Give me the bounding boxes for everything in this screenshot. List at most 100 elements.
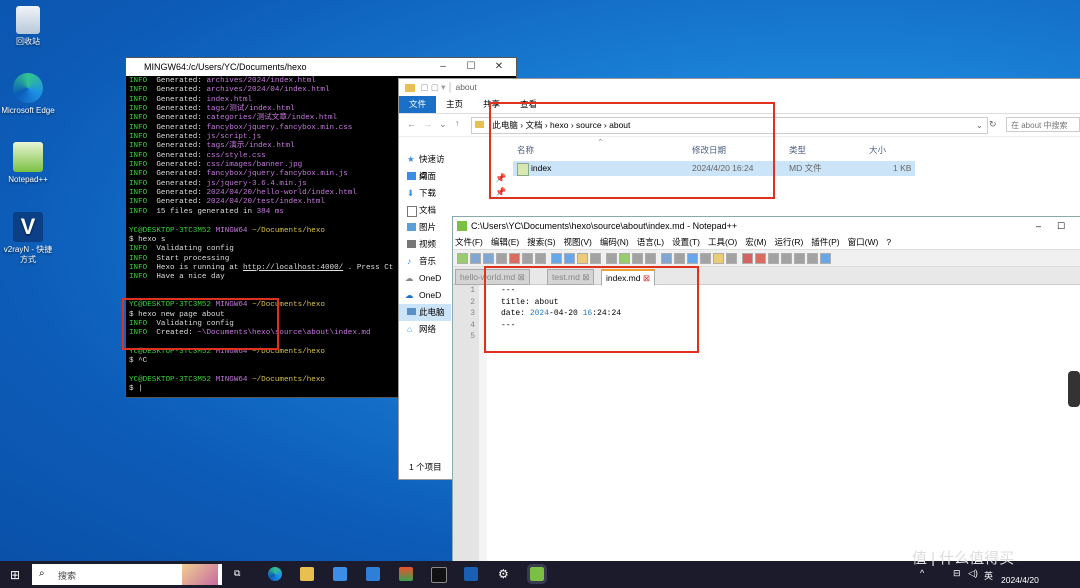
toolbar-button-icon[interactable] [755, 253, 766, 264]
start-button[interactable]: ⊞ [10, 568, 20, 582]
mail-taskbar-icon[interactable] [366, 567, 380, 581]
git-taskbar-icon[interactable] [399, 567, 413, 581]
menu-item[interactable]: 插件(P) [811, 237, 839, 247]
terminal-taskbar-icon[interactable] [431, 567, 447, 583]
recent-dropdown-icon[interactable]: ⌄ [439, 119, 447, 130]
desktop-icon-edge[interactable]: Microsoft Edge [0, 73, 56, 116]
toolbar-button-icon[interactable] [457, 253, 468, 264]
tray-chevron-icon[interactable]: ^ [920, 568, 924, 578]
log-text: Generated: [147, 86, 207, 95]
toolbar-button-icon[interactable] [726, 253, 737, 264]
store-taskbar-icon[interactable] [333, 567, 347, 581]
toolbar-button-icon[interactable] [632, 253, 643, 264]
forward-icon[interactable]: → [423, 119, 432, 129]
menu-item[interactable]: 搜索(S) [527, 237, 555, 247]
close-button[interactable]: ✕ [486, 58, 512, 76]
nav-downloads[interactable]: ⬇ 下载 [399, 185, 451, 202]
toolbar-button-icon[interactable] [496, 253, 507, 264]
address-dropdown-icon[interactable]: ⌄ [976, 118, 983, 133]
menu-item[interactable]: 编码(N) [600, 237, 629, 247]
menu-item[interactable]: 运行(R) [774, 237, 803, 247]
toolbar-button-icon[interactable] [564, 253, 575, 264]
menu-item[interactable]: 宏(M) [745, 237, 766, 247]
toolbar-button-icon[interactable] [606, 253, 617, 264]
toolbar-button-icon[interactable] [713, 253, 724, 264]
v2rayn-taskbar-icon[interactable] [464, 567, 478, 581]
toolbar-button-icon[interactable] [522, 253, 533, 264]
nav-videos[interactable]: 视频 [399, 236, 451, 253]
toolbar-button-icon[interactable] [535, 253, 546, 264]
notepadpp-titlebar[interactable]: C:\Users\YC\Documents\hexo\source\about\… [453, 217, 1080, 235]
menu-item[interactable]: 编辑(E) [491, 237, 519, 247]
maximize-button[interactable]: ☐ [458, 58, 484, 76]
menu-item[interactable]: 语言(L) [637, 237, 664, 247]
nav-network[interactable]: ⌂ 网络 [399, 321, 451, 338]
toolbar-button-icon[interactable] [820, 253, 831, 264]
ribbon-tab-file[interactable]: 文件 [399, 96, 437, 113]
column-size[interactable]: 大小 [869, 144, 886, 156]
clock-date[interactable]: 2024/4/20 [1001, 575, 1039, 585]
menu-item[interactable]: 视图(V) [564, 237, 592, 247]
notepadpp-taskbar-icon[interactable] [527, 564, 547, 584]
nav-onedrive-2[interactable]: ☁ OneD [399, 287, 451, 304]
toolbar-button-icon[interactable] [577, 253, 588, 264]
taskbar-search-box[interactable]: ⌕ 搜索 [32, 564, 222, 585]
menu-item[interactable]: 文件(F) [455, 237, 483, 247]
up-icon[interactable]: ↑ [455, 118, 460, 128]
toolbar-button-icon[interactable] [700, 253, 711, 264]
toolbar-button-icon[interactable] [509, 253, 520, 264]
desktop-icon-v2rayn[interactable]: V v2rayN - 快捷方式 [0, 212, 56, 265]
refresh-icon[interactable]: ↻ [989, 119, 997, 130]
ime-indicator[interactable]: 英 [984, 569, 993, 582]
menu-item[interactable]: 工具(O) [708, 237, 737, 247]
toolbar-button-icon[interactable] [742, 253, 753, 264]
highlight-box-explorer [489, 102, 775, 199]
ribbon-tab-home[interactable]: 主页 [436, 96, 473, 113]
toolbar-button-icon[interactable] [619, 253, 630, 264]
nav-quick-access[interactable]: ★ 快速访问 [399, 151, 451, 181]
log-text: Validating config [147, 245, 234, 254]
desktop-icon-recycle-bin[interactable]: 回收站 [0, 6, 56, 47]
volume-tray-icon[interactable]: ◁) [968, 568, 978, 579]
toolbar-button-icon[interactable] [645, 253, 656, 264]
computer-icon [407, 308, 416, 315]
menu-item[interactable]: ? [886, 237, 891, 247]
quick-access-toolbar[interactable]: ▢ ▢ ▾ │ [420, 82, 455, 92]
nav-documents[interactable]: 文档 [399, 202, 451, 219]
settings-taskbar-icon[interactable]: ⚙ [498, 567, 509, 581]
file-type: MD 文件 [789, 163, 822, 173]
toolbar-button-icon[interactable] [551, 253, 562, 264]
nav-desktop[interactable]: 桌面 [399, 168, 451, 185]
toolbar-button-icon[interactable] [590, 253, 601, 264]
network-tray-icon[interactable]: ⊟ [953, 568, 961, 579]
toolbar-button-icon[interactable] [794, 253, 805, 264]
maximize-button[interactable]: ☐ [1057, 217, 1065, 235]
scroll-handle[interactable] [1068, 371, 1080, 407]
edge-taskbar-icon[interactable] [268, 567, 282, 581]
desktop-icon-notepadpp[interactable]: Notepad++ [0, 142, 56, 185]
search-box[interactable]: 在 about 中搜索 [1006, 117, 1080, 132]
menu-item[interactable]: 设置(T) [672, 237, 700, 247]
minimize-button[interactable]: – [430, 58, 456, 76]
nav-music[interactable]: ♪ 音乐 [399, 253, 451, 270]
minimize-button[interactable]: – [1036, 217, 1041, 235]
explorer-titlebar[interactable]: ▢ ▢ ▾ │ about [399, 79, 1080, 96]
toolbar-button-icon[interactable] [483, 253, 494, 264]
menu-item[interactable]: 窗口(W) [848, 237, 879, 247]
toolbar-button-icon[interactable] [781, 253, 792, 264]
column-type[interactable]: 类型 [789, 144, 806, 156]
toolbar-button-icon[interactable] [470, 253, 481, 264]
toolbar-button-icon[interactable] [661, 253, 672, 264]
task-view-icon[interactable]: ⧉ [234, 568, 240, 579]
nav-pictures[interactable]: 图片 [399, 219, 451, 236]
terminal-titlebar[interactable]: MINGW64:/c/Users/YC/Documents/hexo – ☐ ✕ [126, 58, 516, 76]
nav-onedrive-1[interactable]: ☁ OneD [399, 270, 451, 287]
back-icon[interactable]: ← [407, 119, 416, 129]
nav-this-pc[interactable]: 此电脑 [399, 304, 451, 321]
file-explorer-taskbar-icon[interactable] [300, 567, 314, 581]
toolbar-button-icon[interactable] [807, 253, 818, 264]
toolbar-button-icon[interactable] [674, 253, 685, 264]
toolbar-button-icon[interactable] [687, 253, 698, 264]
download-icon: ⬇ [407, 188, 415, 198]
toolbar-button-icon[interactable] [768, 253, 779, 264]
